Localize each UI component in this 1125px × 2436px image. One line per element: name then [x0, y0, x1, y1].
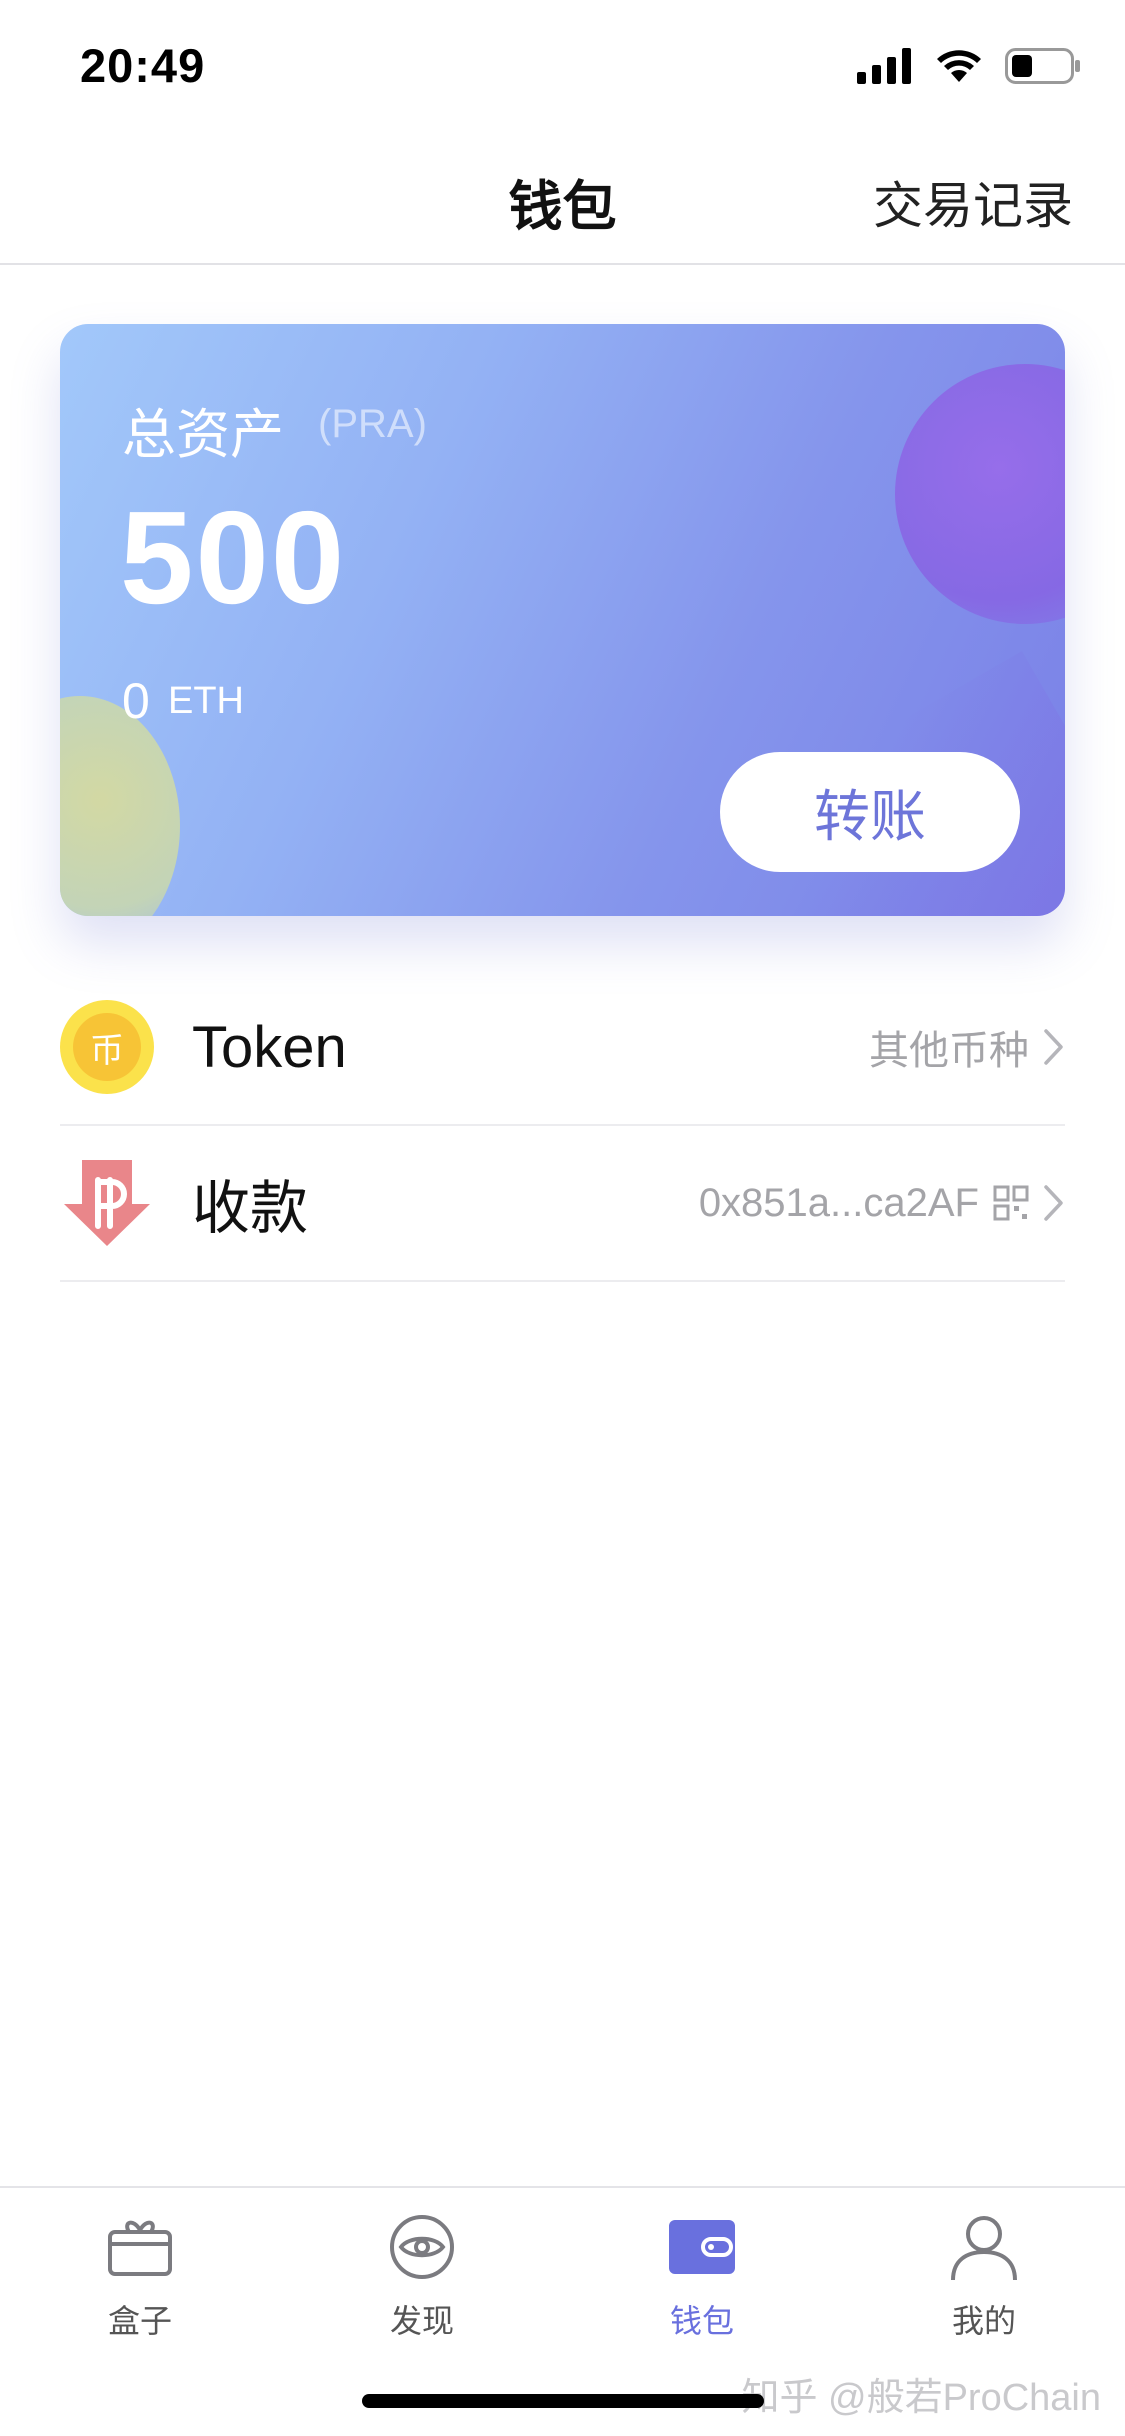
- total-assets-unit: (PRA): [318, 402, 427, 446]
- watermark: 知乎 @般若ProChain: [741, 2377, 1101, 2419]
- wallet-icon: [669, 2220, 735, 2274]
- eye-icon: [390, 2215, 454, 2279]
- list-item-trailing: 其他币种: [869, 970, 1065, 1124]
- qr-code-icon: [993, 1185, 1029, 1221]
- user-icon: [951, 2216, 1017, 2281]
- tab-discover[interactable]: 发现: [322, 2212, 522, 2342]
- status-icons: [857, 48, 1081, 84]
- status-bar: 20:49: [0, 0, 1125, 132]
- eth-balance-value: 0: [122, 673, 150, 729]
- wallet-list: 币 Token 其他币种 收款 0x851a...ca2AF: [60, 970, 1065, 1282]
- nav-bar: 钱包 交易记录: [0, 132, 1125, 265]
- total-assets-label: 总资产: [122, 405, 284, 465]
- tab-label: 我的: [951, 2303, 1016, 2339]
- tab-me[interactable]: 我的: [884, 2212, 1084, 2342]
- tab-wallet[interactable]: 钱包: [602, 2212, 802, 2342]
- tab-label: 发现: [389, 2303, 454, 2339]
- coin-icon: 币: [60, 1000, 154, 1094]
- asset-card: 总资产 (PRA) 500 0 ETH 转账: [60, 324, 1065, 916]
- tab-label: 盒子: [107, 2303, 172, 2339]
- gift-box-icon: [108, 2220, 172, 2276]
- receive-arrow-icon: [64, 1160, 150, 1246]
- wifi-icon: [937, 50, 981, 82]
- list-item-trailing: 0x851a...ca2AF: [699, 1126, 1065, 1280]
- tab-label: 钱包: [669, 2303, 734, 2339]
- list-item-receive[interactable]: 收款 0x851a...ca2AF: [60, 1126, 1065, 1282]
- eth-balance-unit: ETH: [168, 680, 244, 722]
- total-assets-value: 500: [120, 484, 347, 631]
- chevron-right-icon: [1044, 1185, 1063, 1221]
- home-indicator: [362, 2394, 764, 2408]
- tab-box[interactable]: 盒子: [40, 2212, 240, 2342]
- card-decoration-circle: [895, 364, 1065, 624]
- other-currencies-text: 其他币种: [869, 1029, 1029, 1073]
- transaction-history-link[interactable]: 交易记录: [873, 166, 1073, 238]
- list-item-label: Token: [192, 1014, 347, 1080]
- list-item-token[interactable]: 币 Token 其他币种: [60, 970, 1065, 1126]
- wallet-address-text: 0x851a...ca2AF: [698, 1180, 979, 1225]
- cellular-signal-icon: [857, 48, 911, 84]
- list-item-label: 收款: [192, 1176, 309, 1241]
- battery-icon: [1005, 48, 1080, 84]
- coin-icon-glyph: 币: [73, 1013, 141, 1081]
- status-time: 20:49: [80, 39, 206, 92]
- transfer-button[interactable]: 转账: [720, 752, 1020, 872]
- chevron-right-icon: [1044, 1029, 1063, 1065]
- card-decoration-blob: [60, 696, 180, 916]
- wallet-screen: 20:49 钱包 交易记录 总资产 (PRA) 500 0 ETH 转账 币 T…: [0, 0, 1125, 2436]
